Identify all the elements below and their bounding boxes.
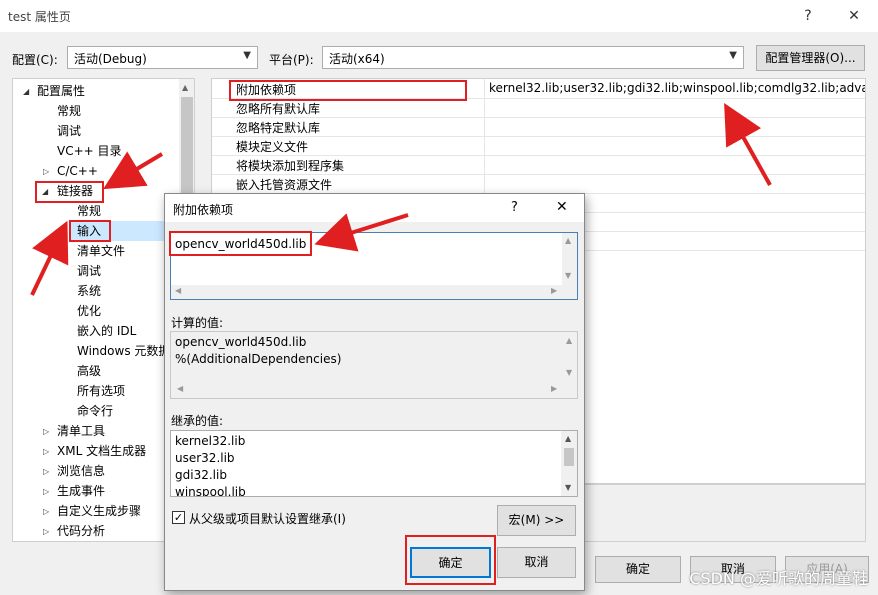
arrow-to-deps-input [314, 213, 409, 252]
arrow-to-input [30, 220, 69, 296]
watermark: CSDN @爱听歌的周童鞋 [689, 569, 868, 588]
arrow-to-linker [103, 151, 164, 190]
arrow-to-additional-deps [724, 103, 772, 186]
annotation-arrows [30, 103, 772, 296]
